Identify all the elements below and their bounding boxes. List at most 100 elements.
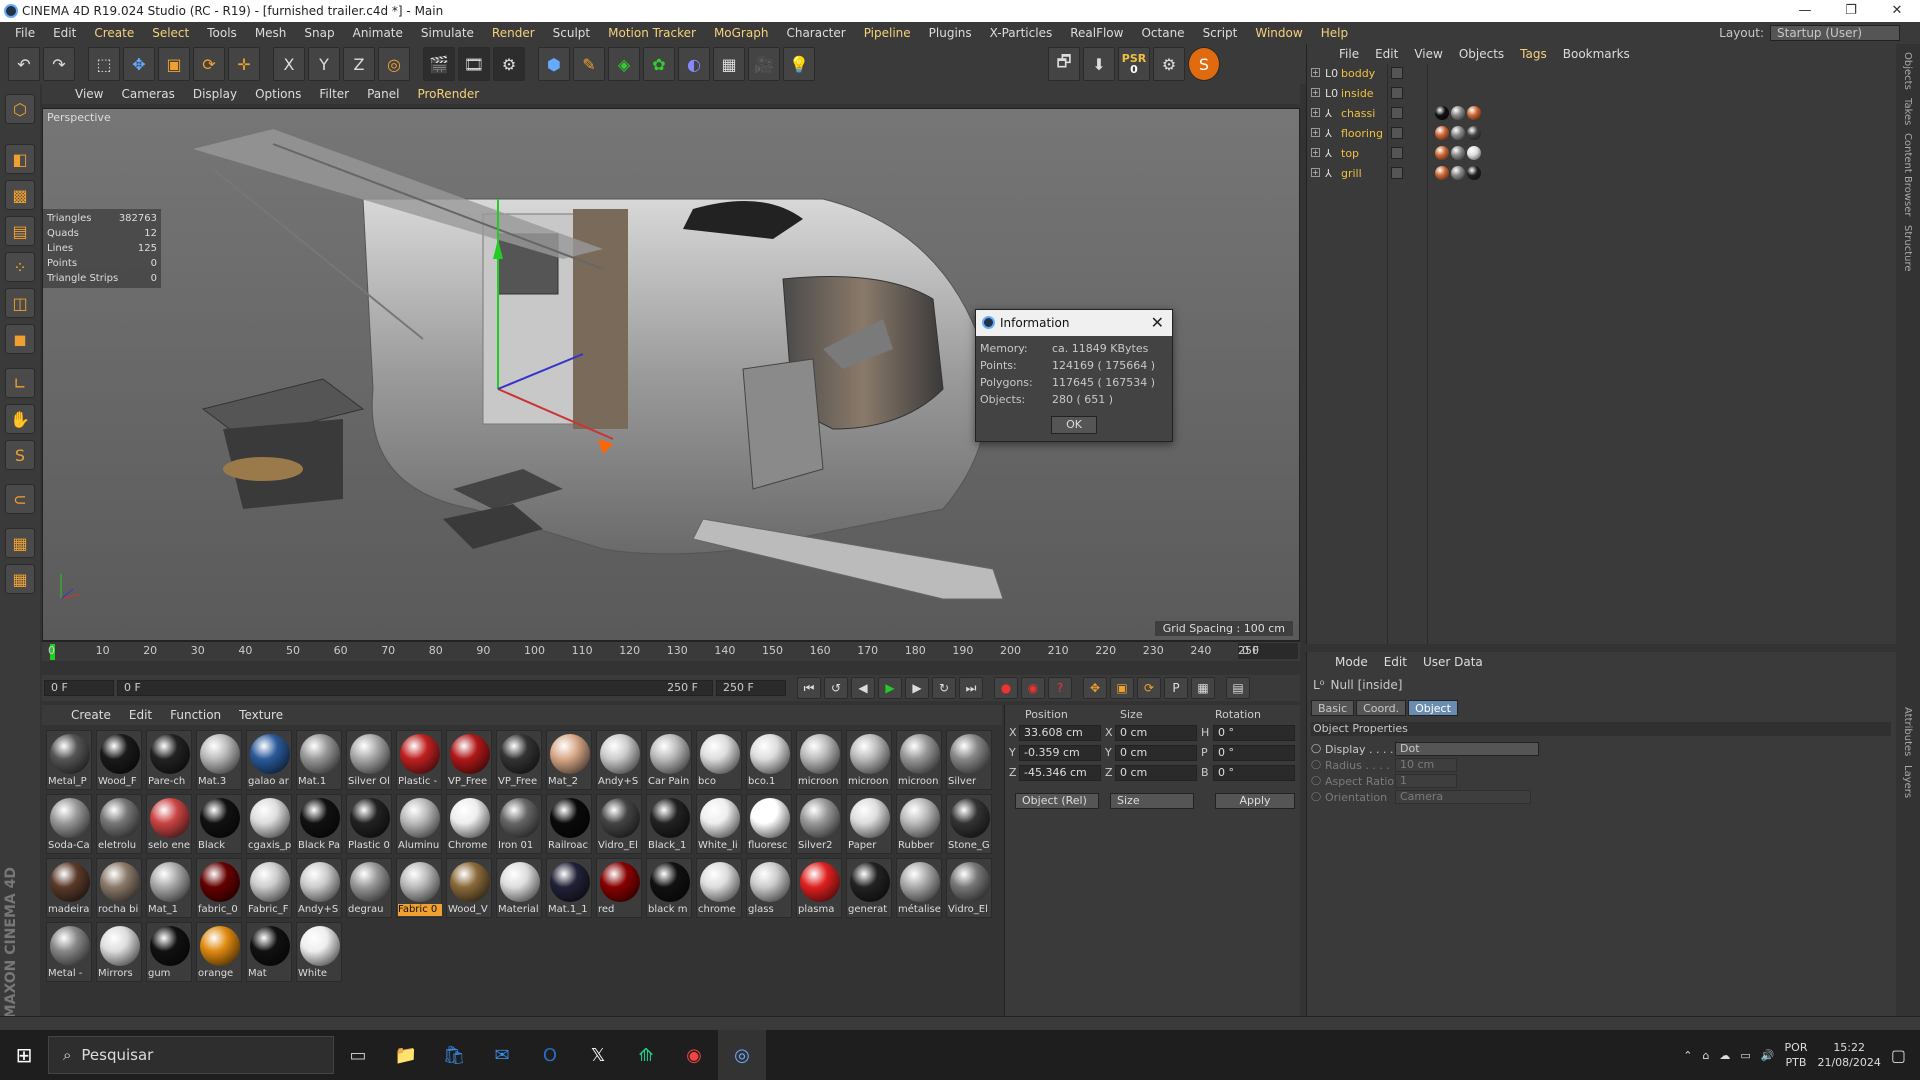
menu-item-select[interactable]: Select [143,26,198,40]
attribute-menu-user-data[interactable]: User Data [1415,655,1491,669]
menu-item-sculpt[interactable]: Sculpt [544,26,599,40]
material-swatch[interactable]: Metal - [46,922,92,982]
windows-start-icon[interactable]: ⊞ [0,1030,48,1080]
menu-item-simulate[interactable]: Simulate [412,26,483,40]
redo-icon[interactable]: ↷ [43,47,75,81]
viewport-menu-view[interactable]: View [66,87,112,101]
material-swatch[interactable]: Chrome [446,794,492,854]
material-tag-icon[interactable] [1451,166,1465,180]
object-menu-file[interactable]: File [1331,47,1367,61]
task-view-icon[interactable]: ▭ [334,1030,382,1080]
expand-toggle[interactable]: + [1311,148,1320,157]
visibility-toggle[interactable] [1391,147,1403,159]
radio-icon[interactable]: ◯ [1311,744,1325,754]
expand-toggle[interactable]: + [1311,108,1320,117]
viewport-menu-filter[interactable]: Filter [310,87,358,101]
floor-icon[interactable]: ▦ [713,47,745,81]
viewport-perspective[interactable]: Perspective Triangles 382763 Quads 12 Lines 1… [42,108,1300,641]
end-frame-field[interactable]: 250 F [716,680,786,696]
object-name[interactable]: inside [1341,87,1374,100]
object-row-top[interactable]: + ⅄ top [1307,144,1897,164]
timeline-ruler[interactable]: 0 F 0 10 20 30 40 50 60 70 80 90 100 110 120 130 140 15… [42,641,1300,661]
material-swatch[interactable]: madeira [46,858,92,918]
visibility-toggle[interactable] [1391,67,1403,79]
tweak-mode-icon[interactable]: ✋ [5,404,35,434]
timeline-icon[interactable]: ▤ [1226,677,1250,699]
meet-icon[interactable]: ⌂ [1702,1049,1709,1062]
material-menu-create[interactable]: Create [62,708,120,722]
next-key-icon[interactable]: ↻ [932,677,956,699]
material-swatch[interactable]: Vidro_El [946,858,992,918]
material-swatch[interactable]: galao ar [246,730,292,790]
material-swatch[interactable]: Wood_F [96,730,142,790]
material-swatch[interactable]: red [596,858,642,918]
material-swatch[interactable]: Aluminu [396,794,442,854]
material-menu-edit[interactable]: Edit [120,708,161,722]
grid-lock-icon[interactable]: ▦ [5,528,35,558]
material-swatch[interactable]: orange [196,922,242,982]
material-menu-function[interactable]: Function [161,708,230,722]
move-icon[interactable]: ✥ [123,47,155,81]
coordinate-mode-dropdown[interactable]: Object (Rel) [1015,793,1099,809]
live-selection-icon[interactable]: ⬚ [88,47,120,81]
material-swatch[interactable]: Andy+S [596,730,642,790]
object-name[interactable]: flooring [1341,127,1383,140]
material-tag-icon[interactable] [1451,126,1465,140]
material-swatch[interactable]: bco.1 [746,730,792,790]
axis-mode-icon[interactable]: ∟ [5,368,35,398]
subdivision-icon[interactable]: ◈ [608,47,640,81]
menu-item-animate[interactable]: Animate [344,26,412,40]
deformer-icon[interactable]: ◐ [678,47,710,81]
menu-item-character[interactable]: Character [777,26,854,40]
visibility-toggle[interactable] [1391,167,1403,179]
edges-mode-icon[interactable]: ◫ [5,288,35,318]
menu-item-script[interactable]: Script [1194,26,1247,40]
menu-item-motion-tracker[interactable]: Motion Tracker [599,26,705,40]
workplane-icon[interactable]: ▤ [5,216,35,246]
material-swatch[interactable]: bco [696,730,742,790]
material-swatch[interactable]: Plastic 0 [346,794,392,854]
menu-item-octane[interactable]: Octane [1132,26,1193,40]
material-swatch[interactable]: fabric_0 [196,858,242,918]
texture-mode-icon[interactable]: ▩ [5,180,35,210]
material-menu-texture[interactable]: Texture [230,708,292,722]
material-swatch[interactable]: rocha bi [96,858,142,918]
scale-key-icon[interactable]: ▣ [1110,677,1134,699]
close-button[interactable]: ✕ [1874,0,1920,22]
pen-spline-icon[interactable]: ✎ [573,47,605,81]
menu-item-edit[interactable]: Edit [44,26,85,40]
size-field-z[interactable]: 0 cm [1115,765,1197,781]
object-row-inside[interactable]: + L0 inside [1307,84,1897,104]
object-menu-tags[interactable]: Tags [1512,47,1555,61]
volume-icon[interactable]: 🔊 [1761,1049,1775,1062]
rotation-field-b[interactable]: 0 ° [1213,765,1295,781]
material-swatch[interactable]: Silver Ol [346,730,392,790]
y-axis-lock-button[interactable]: Y [308,47,340,81]
material-tag-icon[interactable] [1451,146,1465,160]
side-tab-structure[interactable]: Structure [1902,225,1913,272]
material-swatch[interactable]: fluoresc [746,794,792,854]
menu-item-help[interactable]: Help [1312,26,1357,40]
grid-snap-icon[interactable]: ▦ [5,564,35,594]
attribute-tab-object[interactable]: Object [1408,700,1458,716]
material-swatch[interactable]: Mat.3 [196,730,242,790]
material-swatch[interactable]: Plastic - [396,730,442,790]
cinema4d-taskbar-icon[interactable]: ◎ [718,1030,766,1080]
minimize-button[interactable]: — [1782,0,1828,22]
material-swatch[interactable]: Stone_G [946,794,992,854]
menu-item-plugins[interactable]: Plugins [920,26,981,40]
model-mode-icon[interactable]: ◧ [5,144,35,174]
size-field-y[interactable]: 0 cm [1115,745,1197,761]
expand-toggle[interactable]: + [1311,68,1320,77]
position-key-icon[interactable]: ✥ [1083,677,1107,699]
material-swatch[interactable]: Fabric 0 [396,858,442,918]
file-explorer-icon[interactable]: 📁 [382,1030,430,1080]
layout-dropdown[interactable]: Startup (User) [1770,25,1900,41]
object-name[interactable]: boddy [1341,67,1375,80]
material-swatch[interactable]: Wood_V [446,858,492,918]
maps-icon[interactable]: ⟰ [622,1030,670,1080]
side-tab-objects[interactable]: Objects [1902,52,1913,90]
property-value-dropdown[interactable]: Dot [1395,742,1539,756]
polygons-mode-icon[interactable]: ◼ [5,324,35,354]
rotation-field-p[interactable]: 0 ° [1213,745,1295,761]
